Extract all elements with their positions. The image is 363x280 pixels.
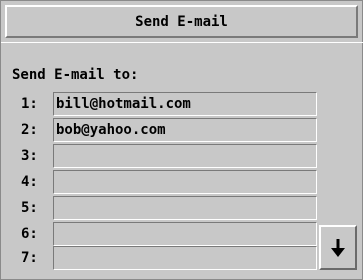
recipient-number: 2: [21, 122, 38, 138]
recipient-number: 3: [21, 148, 38, 164]
recipient-field-1[interactable]: bill@hotmail.com [53, 92, 317, 116]
send-email-dialog: Send E-mail Send E-mail to: 1: bill@hotm… [0, 0, 363, 280]
recipient-field-7[interactable] [53, 246, 317, 270]
title-separator [1, 42, 363, 43]
recipient-field-6[interactable] [53, 222, 317, 246]
dialog-title: Send E-mail [5, 5, 358, 38]
arrow-down-icon [331, 238, 345, 257]
recipient-field-4[interactable] [53, 170, 317, 194]
recipient-number: 6: [21, 226, 38, 242]
recipient-number: 1: [21, 96, 38, 112]
recipient-field-5[interactable] [53, 196, 317, 220]
recipient-number: 5: [21, 200, 38, 216]
recipient-field-3[interactable] [53, 144, 317, 168]
recipient-field-2[interactable]: bob@yahoo.com [53, 118, 317, 142]
recipient-number: 4: [21, 174, 38, 190]
scroll-down-button[interactable] [319, 225, 357, 270]
recipient-number: 7: [21, 250, 38, 266]
send-to-heading: Send E-mail to: [12, 67, 139, 83]
